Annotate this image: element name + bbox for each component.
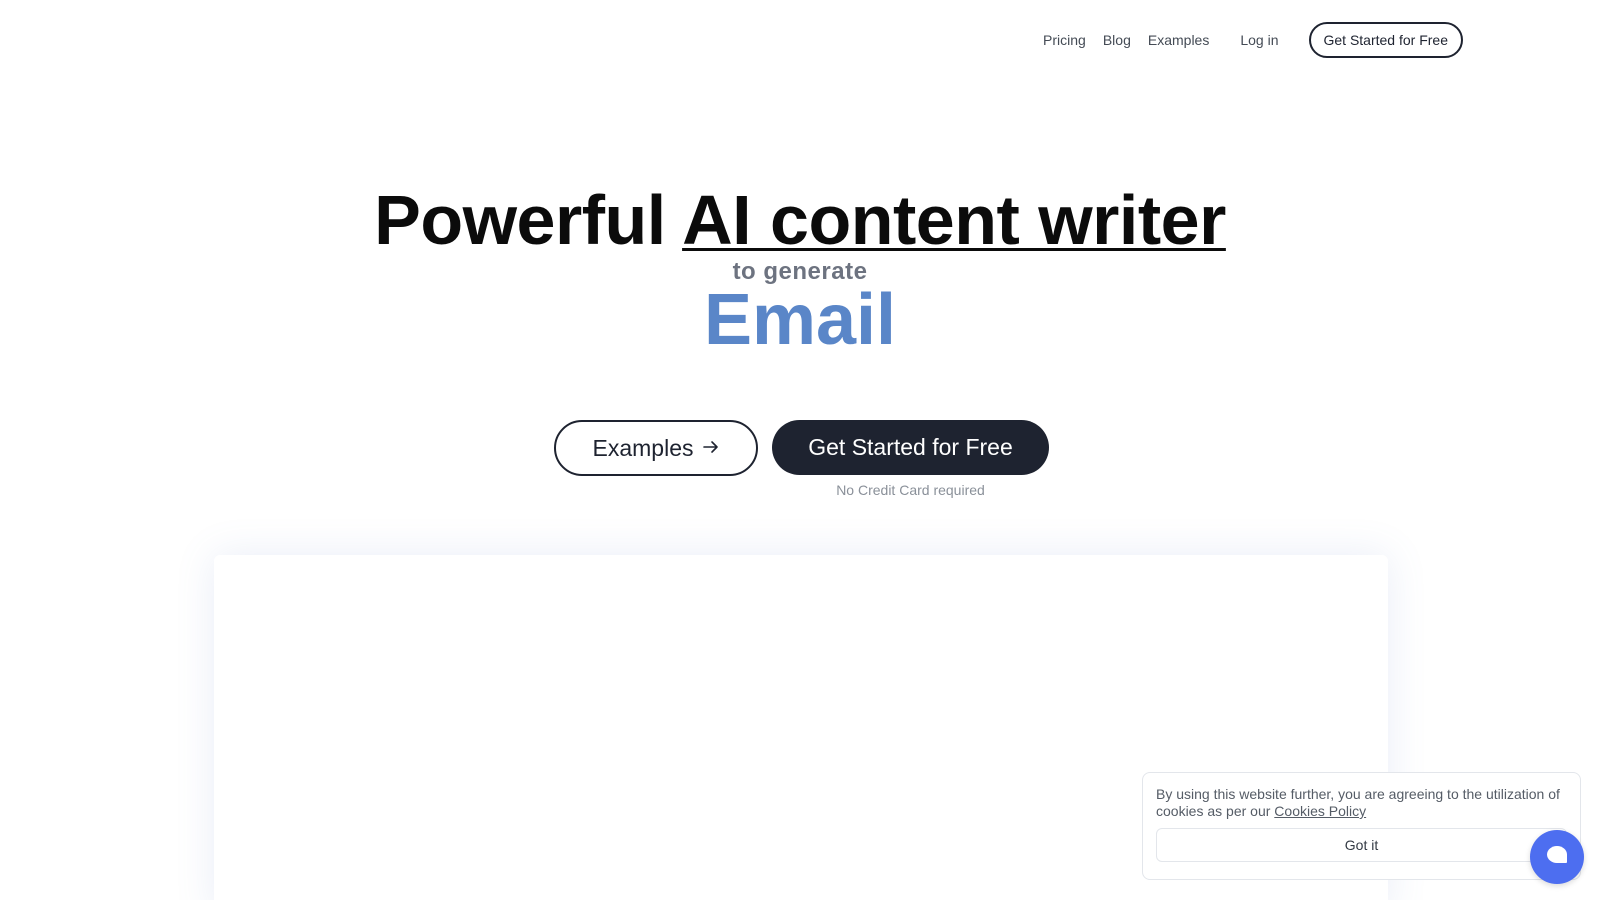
nav-link-pricing[interactable]: Pricing xyxy=(1043,32,1086,48)
page: Pricing Blog Examples Log in Get Started… xyxy=(0,0,1600,900)
cookies-policy-link[interactable]: Cookies Policy xyxy=(1274,803,1366,819)
chat-widget-button[interactable] xyxy=(1530,830,1584,884)
hero-title: Powerful AI content writer xyxy=(0,180,1600,260)
top-nav: Pricing Blog Examples Log in Get Started… xyxy=(1026,20,1463,60)
examples-button-label: Examples xyxy=(592,434,694,461)
hero-title-underlined: AI content writer xyxy=(682,181,1226,259)
login-link[interactable]: Log in xyxy=(1240,32,1278,48)
get-started-button[interactable]: Get Started for Free xyxy=(772,420,1049,475)
hero-rotating-word: Email xyxy=(703,280,897,360)
cookie-text: By using this website further, you are a… xyxy=(1156,786,1567,820)
examples-button[interactable]: Examples xyxy=(554,420,758,476)
nav-link-examples[interactable]: Examples xyxy=(1148,32,1209,48)
nav-get-started-button[interactable]: Get Started for Free xyxy=(1308,22,1463,58)
hero-title-plain: Powerful xyxy=(374,181,683,259)
chat-icon xyxy=(1546,845,1568,870)
arrow-right-icon xyxy=(703,437,719,460)
cookie-banner: By using this website further, you are a… xyxy=(1142,772,1581,880)
no-credit-card-note: No Credit Card required xyxy=(836,482,985,498)
cookie-accept-button[interactable]: Got it xyxy=(1156,828,1567,862)
nav-link-blog[interactable]: Blog xyxy=(1103,32,1131,48)
